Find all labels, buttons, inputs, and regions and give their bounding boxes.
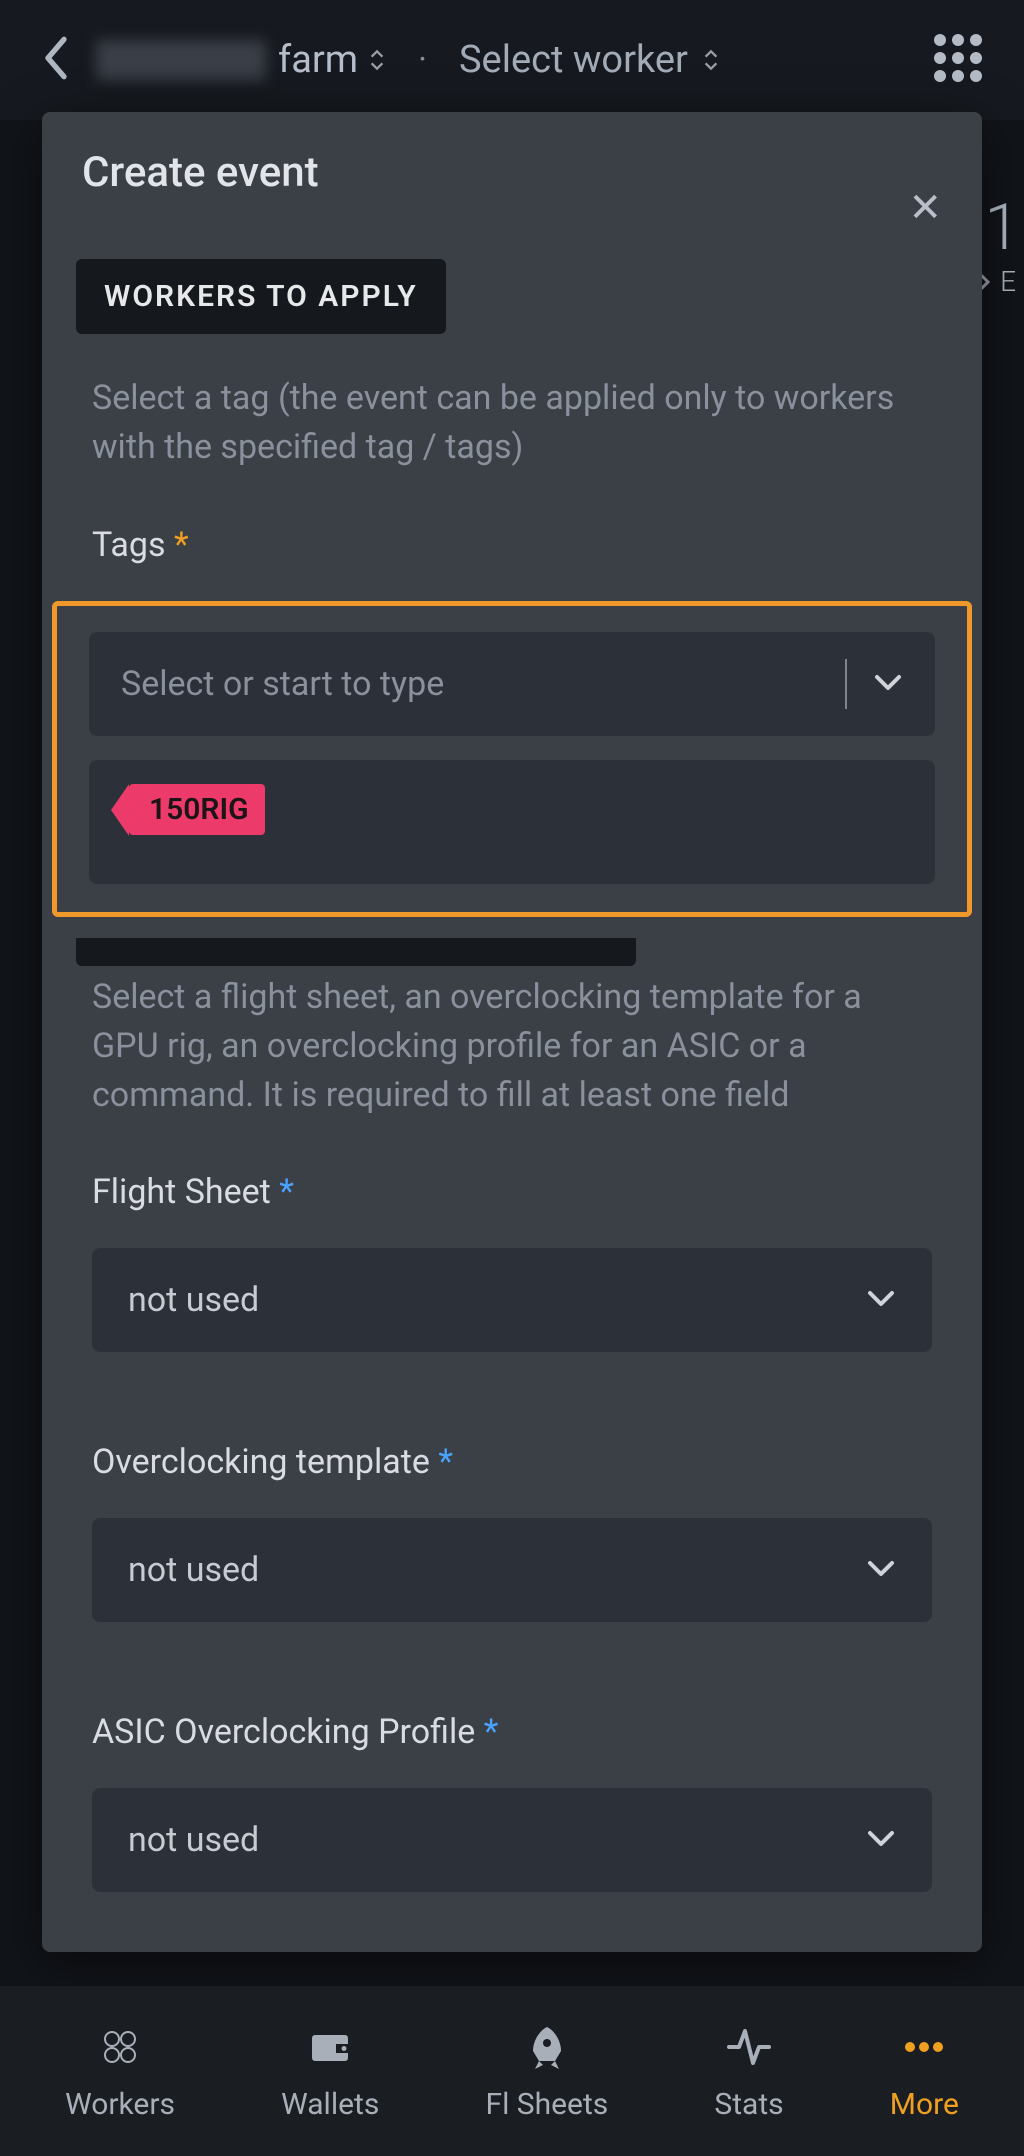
workers-to-apply-tab[interactable]: WORKERS TO APPLY bbox=[76, 259, 446, 334]
nav-flsheets[interactable]: Fl Sheets bbox=[485, 2021, 608, 2122]
updown-icon bbox=[702, 48, 720, 72]
back-button[interactable] bbox=[40, 34, 72, 86]
tags-highlight-box: Select or start to type 150RIG bbox=[52, 601, 972, 917]
asic-profile-label: ASIC Overclocking Profile * bbox=[42, 1622, 982, 1752]
tags-placeholder: Select or start to type bbox=[121, 664, 444, 704]
close-icon[interactable]: ✕ bbox=[908, 184, 942, 231]
farm-label: farm bbox=[278, 38, 358, 82]
chevron-down-icon bbox=[873, 672, 903, 696]
tab-underlay bbox=[76, 938, 636, 966]
nav-workers[interactable]: Workers bbox=[65, 2021, 175, 2122]
wallet-icon bbox=[304, 2021, 356, 2073]
activity-icon bbox=[723, 2021, 775, 2073]
required-asterisk: * bbox=[279, 1172, 294, 1212]
nav-workers-label: Workers bbox=[65, 2087, 175, 2122]
nav-flsheets-label: Fl Sheets bbox=[485, 2087, 608, 2122]
workers-icon bbox=[94, 2021, 146, 2073]
tags-select[interactable]: Select or start to type bbox=[89, 632, 935, 736]
required-asterisk: * bbox=[438, 1442, 453, 1482]
topbar: farm · Select worker bbox=[0, 0, 1024, 120]
oc-template-value: not used bbox=[128, 1550, 259, 1590]
modal-title: Create event bbox=[82, 148, 319, 197]
nav-more[interactable]: More bbox=[890, 2021, 959, 2122]
bottom-nav: Workers Wallets Fl Sheets Stats More bbox=[0, 1986, 1024, 2156]
more-icon bbox=[898, 2021, 950, 2073]
asic-profile-select[interactable]: not used bbox=[92, 1788, 932, 1892]
chevron-down-icon bbox=[866, 1828, 896, 1852]
nav-wallets-label: Wallets bbox=[281, 2087, 379, 2122]
flight-sheet-select[interactable]: not used bbox=[92, 1248, 932, 1352]
nav-stats-label: Stats bbox=[714, 2087, 783, 2122]
tag-option-label: 150RIG bbox=[149, 792, 249, 827]
asic-profile-value: not used bbox=[128, 1820, 259, 1860]
nav-more-label: More bbox=[890, 2087, 959, 2122]
tags-label: Tags * bbox=[42, 473, 982, 565]
farm-name-blurred bbox=[96, 40, 266, 80]
farm-selector[interactable]: farm bbox=[96, 38, 386, 82]
required-asterisk: * bbox=[484, 1712, 499, 1752]
oc-template-label: Overclocking template * bbox=[42, 1352, 982, 1482]
separator-dot: · bbox=[418, 40, 427, 80]
nav-stats[interactable]: Stats bbox=[714, 2021, 783, 2122]
tags-options-panel: 150RIG bbox=[89, 760, 935, 884]
divider bbox=[845, 659, 847, 709]
nav-wallets[interactable]: Wallets bbox=[281, 2021, 379, 2122]
select-worker-label: Select worker bbox=[459, 38, 688, 82]
tag-option-150rig[interactable]: 150RIG bbox=[129, 784, 265, 835]
flight-sheet-value: not used bbox=[128, 1280, 259, 1320]
chevron-down-icon bbox=[866, 1558, 896, 1582]
stat-unit: E bbox=[1000, 265, 1020, 298]
oc-template-select[interactable]: not used bbox=[92, 1518, 932, 1622]
select-worker-dropdown[interactable]: Select worker bbox=[459, 38, 720, 82]
chevron-down-icon bbox=[866, 1288, 896, 1312]
required-asterisk: * bbox=[174, 525, 189, 565]
app-grid-icon[interactable] bbox=[932, 32, 984, 88]
updown-icon bbox=[368, 48, 386, 72]
rocket-icon bbox=[521, 2021, 573, 2073]
flight-sheet-label: Flight Sheet * bbox=[42, 1120, 982, 1212]
tags-helper-text: Select a tag (the event can be applied o… bbox=[42, 334, 982, 473]
create-event-modal: Create event ✕ WORKERS TO APPLY Select a… bbox=[42, 112, 982, 1952]
